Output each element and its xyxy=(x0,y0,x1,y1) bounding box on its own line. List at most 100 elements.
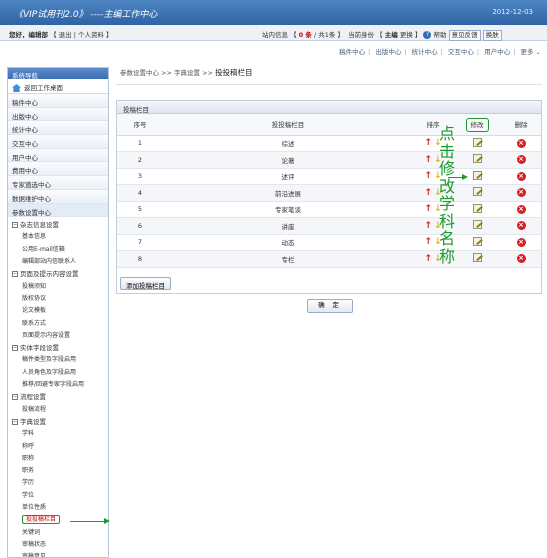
nav-users[interactable]: 用户中心 xyxy=(484,48,510,56)
row-column-name: 讲座 xyxy=(163,217,413,235)
chevron-down-icon[interactable]: ⌄ xyxy=(536,48,541,56)
arrow-up-icon[interactable]: ↑ xyxy=(424,155,432,165)
sidebar-subitem[interactable]: 职称 xyxy=(8,451,108,463)
edit-icon[interactable] xyxy=(472,220,482,230)
sidebar-subitem[interactable]: 审稿状态 xyxy=(8,537,108,549)
switch-identity-link[interactable]: 更换 xyxy=(400,31,413,39)
delete-icon[interactable]: × xyxy=(516,204,526,214)
sidebar-subitem[interactable]: 关键词 xyxy=(8,525,108,537)
sidebar-subitem[interactable]: 人员角色及字段启用 xyxy=(8,365,108,377)
arrow-up-icon[interactable]: ↑ xyxy=(424,254,432,264)
collapse-icon: − xyxy=(12,222,18,229)
sidebar-subitem[interactable]: 学历 xyxy=(8,475,108,487)
edit-icon[interactable] xyxy=(472,253,482,263)
sidebar-item-manuscript[interactable]: 稿件中心 xyxy=(8,94,108,108)
arrow-up-icon[interactable]: ↑ xyxy=(424,237,432,247)
sidebar-subitem[interactable]: 职务 xyxy=(8,463,108,475)
nav-manuscript[interactable]: 稿件中心 xyxy=(339,48,365,56)
confirm-button[interactable]: 确 定 xyxy=(307,299,353,313)
row-number: 6 xyxy=(117,217,163,235)
columns-panel: 投稿栏目 序号 投投稿栏目 排序 修改 删除 1 综述 ↑ ↓ × 2 论著 ↑ ↓ × 3 述评… xyxy=(116,100,542,294)
sidebar-subitem-columns[interactable]: 投投稿栏目 xyxy=(8,512,108,525)
row-number: 2 xyxy=(117,151,163,169)
columns-table: 序号 投投稿栏目 排序 修改 删除 1 综述 ↑ ↓ × 2 论著 ↑ ↓ × 3 述评 ↑ ↓ × 4… xyxy=(117,114,541,268)
sidebar-item-users[interactable]: 用户中心 xyxy=(8,148,108,163)
sidebar-subitem[interactable]: 学科 xyxy=(8,426,108,438)
title-bar: 《VIP试用刊2.0》 ----主编工作中心 2012-12-03 xyxy=(0,0,547,25)
edit-icon[interactable] xyxy=(472,170,482,180)
sidebar-subitem[interactable]: 页面提示内容设置 xyxy=(8,328,108,340)
profile-link[interactable]: 个人资料 xyxy=(78,31,104,39)
help-icon[interactable]: ? xyxy=(423,31,432,39)
edit-icon[interactable] xyxy=(472,236,482,246)
breadcrumb-settings[interactable]: 参数设置中心 xyxy=(120,69,159,77)
help-link[interactable]: 帮助 xyxy=(434,31,447,39)
panel-title: 投稿栏目 xyxy=(117,101,541,114)
sidebar-home[interactable]: 返回工作桌面 xyxy=(8,79,108,94)
sidebar-subitem[interactable]: 投稿流程 xyxy=(8,402,108,414)
arrow-up-icon[interactable]: ↑ xyxy=(424,138,432,148)
arrow-up-icon[interactable]: ↑ xyxy=(424,204,432,214)
sidebar-subitem[interactable]: 基本信息 xyxy=(8,229,108,241)
sidebar-item-maintenance[interactable]: 数据维护中心 xyxy=(8,189,108,204)
sidebar-item-experts[interactable]: 专家遴选中心 xyxy=(8,176,108,190)
nav-interaction[interactable]: 交互中心 xyxy=(448,48,474,56)
delete-icon[interactable]: × xyxy=(516,188,526,198)
add-column-button[interactable]: 添加投稿栏目 xyxy=(120,277,171,290)
sidebar-subitem[interactable]: 学位 xyxy=(8,488,108,500)
row-column-name: 前沿进展 xyxy=(163,184,413,202)
row-number: 8 xyxy=(117,250,163,268)
row-edit xyxy=(453,234,501,251)
sidebar-subitem[interactable]: 推荐/回避专家字段启用 xyxy=(8,377,108,389)
sidebar-subitem[interactable]: 论文模板 xyxy=(8,303,108,315)
delete-icon[interactable]: × xyxy=(516,237,526,247)
sidebar-item-publishing[interactable]: 出版中心 xyxy=(8,107,108,122)
sidebar-subitem[interactable]: 稿件类型及字段启用 xyxy=(8,352,108,364)
sidebar-subitem[interactable]: 称呼 xyxy=(8,439,108,451)
delete-icon[interactable]: × xyxy=(516,155,526,165)
breadcrumb-dictionary[interactable]: 字典设置 xyxy=(174,69,200,77)
delete-icon[interactable]: × xyxy=(516,254,526,264)
sidebar-subitem[interactable]: 版权协议 xyxy=(8,291,108,303)
sidebar-group[interactable]: − 流程设置 xyxy=(8,389,108,401)
logout-link[interactable]: 退出 xyxy=(59,31,72,39)
row-number: 4 xyxy=(117,184,163,202)
nav-statistics[interactable]: 统计中心 xyxy=(412,48,438,56)
arrow-up-icon[interactable]: ↑ xyxy=(424,221,432,231)
nav-publishing[interactable]: 出版中心 xyxy=(375,48,401,56)
sidebar-subitem[interactable]: 公用E-mail信箱 xyxy=(8,242,108,254)
edit-icon[interactable] xyxy=(472,137,482,147)
skin-button[interactable]: 换肤 xyxy=(482,30,502,41)
edit-icon[interactable] xyxy=(472,154,482,164)
delete-icon[interactable]: × xyxy=(516,138,526,148)
sidebar-subitem[interactable]: 审稿意见 xyxy=(8,549,108,557)
sidebar-subitem[interactable]: 联系方式 xyxy=(8,316,108,328)
arrow-up-icon[interactable]: ↑ xyxy=(424,171,432,181)
sidebar-subitem[interactable]: 单位性质 xyxy=(8,500,108,512)
sidebar-group[interactable]: − 实体字段设置 xyxy=(8,340,108,352)
table-row: 3 述评 ↑ ↓ × xyxy=(117,168,541,185)
delete-icon[interactable]: × xyxy=(516,171,526,181)
sidebar-subitem[interactable]: 编辑部站内信联系人 xyxy=(8,254,108,266)
edit-icon[interactable] xyxy=(472,203,482,213)
sidebar-group[interactable]: − 字典设置 xyxy=(8,414,108,426)
edit-icon[interactable] xyxy=(472,187,482,197)
feedback-button[interactable]: 意见反馈 xyxy=(448,30,481,41)
delete-icon[interactable]: × xyxy=(516,221,526,231)
messages-count[interactable]: 0 条 xyxy=(299,31,312,39)
identity-value: 主编 xyxy=(384,31,398,39)
sidebar-item-settings[interactable]: 参数设置中心 xyxy=(8,203,108,218)
row-delete: × xyxy=(501,217,541,235)
nav-more[interactable]: 更多 xyxy=(520,48,533,56)
row-number: 5 xyxy=(117,201,163,218)
sidebar-group[interactable]: − 杂志信息设置 xyxy=(8,217,108,229)
sidebar-item-interaction[interactable]: 交互中心 xyxy=(8,135,108,149)
row-number: 7 xyxy=(117,234,163,251)
row-edit xyxy=(453,135,501,152)
sidebar-subitem[interactable]: 投稿须知 xyxy=(8,279,108,291)
arrow-up-icon[interactable]: ↑ xyxy=(424,188,432,198)
sidebar-group[interactable]: − 页面及提示内容设置 xyxy=(8,266,108,278)
sidebar-item-fees[interactable]: 费用中心 xyxy=(8,162,108,177)
annotation-arrowhead xyxy=(104,518,110,524)
sidebar-item-statistics[interactable]: 统计中心 xyxy=(8,121,108,136)
